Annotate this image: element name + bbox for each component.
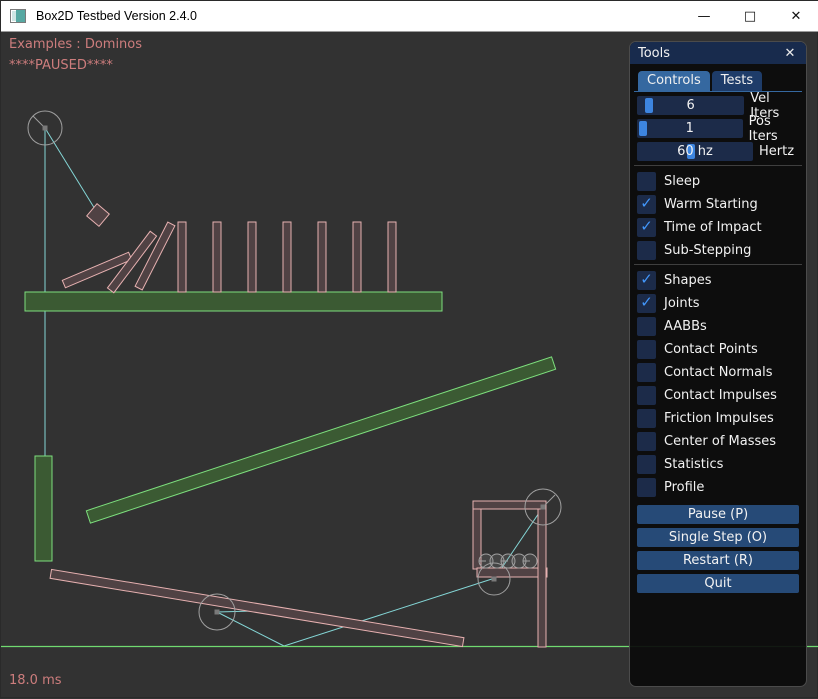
- single-step-button[interactable]: Single Step (O): [637, 528, 799, 547]
- check-icon: ✓: [640, 295, 653, 310]
- checkbox-warm-starting[interactable]: ✓ Warm Starting: [637, 195, 799, 214]
- checkbox-label: Center of Masses: [664, 434, 776, 449]
- checkbox-shapes[interactable]: ✓ Shapes: [637, 271, 799, 290]
- tools-close-icon[interactable]: ✕: [782, 46, 798, 61]
- checkbox-box[interactable]: ✓: [637, 172, 656, 191]
- dynamic-bodies: [50, 204, 547, 647]
- close-button[interactable]: ✕: [773, 1, 818, 31]
- checkbox-time-of-impact[interactable]: ✓ Time of Impact: [637, 218, 799, 237]
- checkbox-sleep[interactable]: ✓ Sleep: [637, 172, 799, 191]
- check-icon: ✓: [640, 196, 653, 211]
- tab-tests[interactable]: Tests: [712, 71, 762, 91]
- checkbox-box[interactable]: ✓: [637, 409, 656, 428]
- checkbox-box[interactable]: ✓: [637, 478, 656, 497]
- example-label: Examples : Dominos: [9, 37, 142, 52]
- checkbox-box[interactable]: ✓: [637, 195, 656, 214]
- checkbox-label: Statistics: [664, 457, 723, 472]
- checkbox-statistics[interactable]: ✓ Statistics: [637, 455, 799, 474]
- pos-iters-slider[interactable]: 1: [637, 119, 743, 138]
- checkbox-box[interactable]: ✓: [637, 271, 656, 290]
- joint-anchors: [43, 126, 546, 615]
- tab-controls[interactable]: Controls: [638, 71, 710, 91]
- frame-time-label: 18.0 ms: [9, 673, 62, 688]
- tools-panel-titlebar[interactable]: Tools ✕: [630, 42, 806, 64]
- checkbox-label: Sub-Stepping: [664, 243, 751, 258]
- hertz-value: 60 hz: [637, 142, 753, 161]
- window-title: Box2D Testbed Version 2.4.0: [36, 9, 197, 23]
- hertz-slider[interactable]: 60 hz: [637, 142, 753, 161]
- checkbox-joints[interactable]: ✓ Joints: [637, 294, 799, 313]
- vel-iters-slider[interactable]: 6: [637, 96, 744, 115]
- slider-row-hertz: 60 hz Hertz: [637, 142, 799, 161]
- checkbox-box[interactable]: ✓: [637, 386, 656, 405]
- paused-label: ****PAUSED****: [9, 58, 113, 73]
- pos-iters-label: Pos Iters: [749, 114, 799, 144]
- checkbox-box[interactable]: ✓: [637, 294, 656, 313]
- window-titlebar: Box2D Testbed Version 2.4.0 — □ ✕: [1, 1, 818, 32]
- app-icon: [10, 9, 26, 23]
- checkbox-aabbs[interactable]: ✓ AABBs: [637, 317, 799, 336]
- checkbox-center-of-masses[interactable]: ✓ Center of Masses: [637, 432, 799, 451]
- check-icon: ✓: [640, 219, 653, 234]
- quit-button[interactable]: Quit: [637, 574, 799, 593]
- checkbox-label: Time of Impact: [664, 220, 762, 235]
- checkbox-label: Profile: [664, 480, 704, 495]
- vel-iters-value: 6: [637, 96, 744, 115]
- checkbox-label: Friction Impulses: [664, 411, 774, 426]
- checkbox-box[interactable]: ✓: [637, 218, 656, 237]
- check-icon: ✓: [640, 272, 653, 287]
- checkbox-contact-normals[interactable]: ✓ Contact Normals: [637, 363, 799, 382]
- minimize-button[interactable]: —: [681, 1, 727, 31]
- checkbox-box[interactable]: ✓: [637, 241, 656, 260]
- restart-button[interactable]: Restart (R): [637, 551, 799, 570]
- checkbox-profile[interactable]: ✓ Profile: [637, 478, 799, 497]
- checkbox-label: AABBs: [664, 319, 707, 334]
- tools-panel: Tools ✕ Controls Tests 6 Vel Iters 1: [629, 41, 807, 687]
- slider-row-pos-iters: 1 Pos Iters: [637, 119, 799, 138]
- checkbox-sub-stepping[interactable]: ✓ Sub-Stepping: [637, 241, 799, 260]
- checkbox-friction-impulses[interactable]: ✓ Friction Impulses: [637, 409, 799, 428]
- slider-row-vel-iters: 6 Vel Iters: [637, 96, 799, 115]
- checkbox-contact-impulses[interactable]: ✓ Contact Impulses: [637, 386, 799, 405]
- checkbox-box[interactable]: ✓: [637, 317, 656, 336]
- tab-bar: Controls Tests: [637, 71, 799, 91]
- separator: [634, 264, 802, 265]
- checkbox-label: Sleep: [664, 174, 700, 189]
- checkbox-label: Warm Starting: [664, 197, 758, 212]
- checkbox-contact-points[interactable]: ✓ Contact Points: [637, 340, 799, 359]
- maximize-button[interactable]: □: [727, 1, 773, 31]
- pos-iters-value: 1: [637, 119, 743, 138]
- checkbox-label: Contact Impulses: [664, 388, 777, 403]
- checkbox-box[interactable]: ✓: [637, 363, 656, 382]
- checkbox-label: Contact Points: [664, 342, 758, 357]
- checkbox-box[interactable]: ✓: [637, 455, 656, 474]
- hertz-label: Hertz: [759, 144, 794, 159]
- separator: [634, 165, 802, 166]
- checkbox-label: Joints: [664, 296, 700, 311]
- checkbox-box[interactable]: ✓: [637, 340, 656, 359]
- checkbox-label: Shapes: [664, 273, 711, 288]
- checkbox-box[interactable]: ✓: [637, 432, 656, 451]
- tools-panel-title: Tools: [638, 46, 670, 61]
- checkbox-label: Contact Normals: [664, 365, 773, 380]
- pause-button[interactable]: Pause (P): [637, 505, 799, 524]
